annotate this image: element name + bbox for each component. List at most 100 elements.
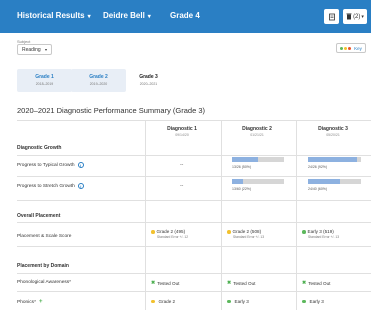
- progress-fill: [308, 157, 357, 162]
- column-header-diagnostic-3: Diagnostic 3 05/20/21: [298, 126, 368, 137]
- progress-caption: 13/26 (50%): [232, 165, 252, 169]
- column-header-diagnostic-1: Diagnostic 1 09/14/20: [147, 126, 217, 137]
- row-label-text: Progress to Typical Growth: [17, 162, 75, 168]
- divider: [17, 200, 371, 201]
- check-icon: ✖: [151, 280, 156, 286]
- progress-caption: 13/60 (22%): [232, 187, 252, 191]
- chevron-down-icon: ▾: [361, 13, 364, 20]
- trash-icon: [346, 13, 352, 20]
- domain-cell: Early 3: [227, 299, 249, 304]
- status-dot: [227, 299, 231, 304]
- summary-title: 2020–2021 Diagnostic Performance Summary…: [17, 106, 206, 115]
- divider: [17, 120, 371, 121]
- divider: [17, 273, 371, 274]
- chevron-down-icon: ▾: [147, 14, 151, 20]
- column-header-diagnostic-2: Diagnostic 2 01/21/21: [222, 126, 292, 137]
- domain-text: Grade 2: [158, 299, 176, 304]
- row-label-phonological: Phonological Awareness*: [17, 280, 71, 285]
- divider: [17, 155, 371, 156]
- domain-cell: ✖ Tested Out: [302, 280, 330, 286]
- progress-bar: [308, 179, 361, 184]
- tab-years-label: 2018–2019: [35, 82, 54, 86]
- cell-value: --: [180, 162, 184, 168]
- tab-grade-label: Grade 1: [35, 74, 54, 80]
- domain-text: Early 3: [309, 299, 324, 304]
- tab-years-label: 2019–2020: [89, 82, 108, 86]
- key-button[interactable]: Key: [336, 43, 366, 53]
- standard-error: Standard Error +/- 12: [157, 235, 189, 239]
- key-yellow-dot: [344, 46, 348, 50]
- status-dot: [151, 230, 155, 234]
- student-name: Deidre Bell: [103, 11, 145, 20]
- divider: [17, 222, 371, 223]
- divider: [296, 120, 297, 310]
- chevron-down-icon: ▾: [44, 47, 47, 52]
- key-red-dot: [348, 46, 352, 50]
- domain-text: Tested Out: [157, 280, 180, 286]
- domain-cell: Early 3: [302, 299, 324, 304]
- section-overall-placement: Overall Placement: [17, 213, 61, 219]
- tab-years-label: 2020–2021: [139, 82, 158, 86]
- trash-button[interactable]: (2) ▾: [343, 9, 367, 24]
- section-diagnostic-growth: Diagnostic Growth: [17, 145, 62, 151]
- tab-grade-3[interactable]: Grade 3 2020–2021: [121, 69, 176, 92]
- progress-fill: [308, 179, 340, 184]
- row-label-text: Phonological Awareness*: [17, 280, 72, 285]
- divider: [17, 176, 371, 177]
- progress-bar: [232, 157, 284, 162]
- top-bar: Historical Results ▾ Deidre Bell ▾ Grade 4…: [0, 0, 371, 33]
- domain-text: Tested Out: [308, 280, 331, 286]
- check-icon: ✖: [227, 280, 232, 286]
- row-label-text: Progress to Stretch Growth: [17, 183, 75, 189]
- tab-grade-label: Grade 3: [139, 74, 158, 80]
- divider: [17, 291, 371, 292]
- column-title: Diagnostic 2: [242, 126, 272, 132]
- placement-cell-3: Early 3 (519) Standard Error +/- 13: [302, 229, 339, 239]
- tab-grade-1[interactable]: Grade 1 2018–2019: [17, 69, 72, 92]
- progress-bar: [308, 157, 361, 162]
- progress-fill: [232, 157, 258, 162]
- key-green-dot: [340, 46, 344, 50]
- column-date: 05/20/21: [326, 133, 340, 137]
- progress-caption: 24/26 (92%): [308, 165, 328, 169]
- placement-text: Grade 2 (495): [156, 229, 186, 234]
- placement-text: Early 3 (519): [307, 229, 334, 234]
- tab-grade-2[interactable]: Grade 2 2019–2020: [71, 69, 126, 92]
- row-label-text: Phonics*: [17, 299, 36, 305]
- plus-icon[interactable]: +: [39, 299, 43, 305]
- info-icon[interactable]: i: [77, 183, 84, 189]
- domain-cell: ✖ Tested Out: [227, 280, 255, 286]
- print-icon: [328, 13, 335, 20]
- row-label-typical-growth: Progress to Typical Growth i: [17, 162, 84, 168]
- student-dropdown[interactable]: Deidre Bell ▾: [103, 11, 151, 20]
- placement-cell-1: Grade 2 (495) Standard Error +/- 12: [151, 229, 188, 239]
- row-label-text: Placement & Scale Score: [17, 234, 72, 239]
- progress-caption: 24/40 (60%): [308, 187, 328, 191]
- chevron-down-icon: ▾: [87, 14, 91, 20]
- status-dot: [302, 299, 306, 304]
- print-button[interactable]: [324, 9, 339, 24]
- info-icon[interactable]: i: [77, 162, 84, 168]
- row-label-placement-score: Placement & Scale Score: [17, 234, 71, 239]
- placement-text: Grade 2 (508): [232, 229, 262, 234]
- domain-text: Early 3: [234, 299, 249, 304]
- divider: [17, 246, 371, 247]
- domain-cell: ✖ Tested Out: [151, 280, 179, 286]
- results-dropdown[interactable]: Historical Results ▾: [17, 11, 91, 20]
- divider: [145, 120, 146, 310]
- check-icon: ✖: [302, 280, 307, 286]
- divider: [221, 120, 222, 310]
- column-date: 09/14/20: [175, 133, 189, 137]
- status-dot: [151, 299, 155, 304]
- standard-error: Standard Error +/- 13: [308, 235, 340, 239]
- subject-select[interactable]: Reading ▾: [17, 44, 52, 55]
- status-dot: [302, 230, 306, 234]
- row-label-phonics: Phonics* +: [17, 299, 42, 305]
- domain-cell: Grade 2: [151, 299, 175, 304]
- standard-error: Standard Error +/- 13: [233, 235, 265, 239]
- domain-text: Tested Out: [233, 280, 256, 286]
- progress-bar: [232, 179, 284, 184]
- progress-fill: [232, 179, 244, 184]
- results-label: Historical Results: [17, 11, 85, 20]
- column-title: Diagnostic 3: [318, 126, 348, 132]
